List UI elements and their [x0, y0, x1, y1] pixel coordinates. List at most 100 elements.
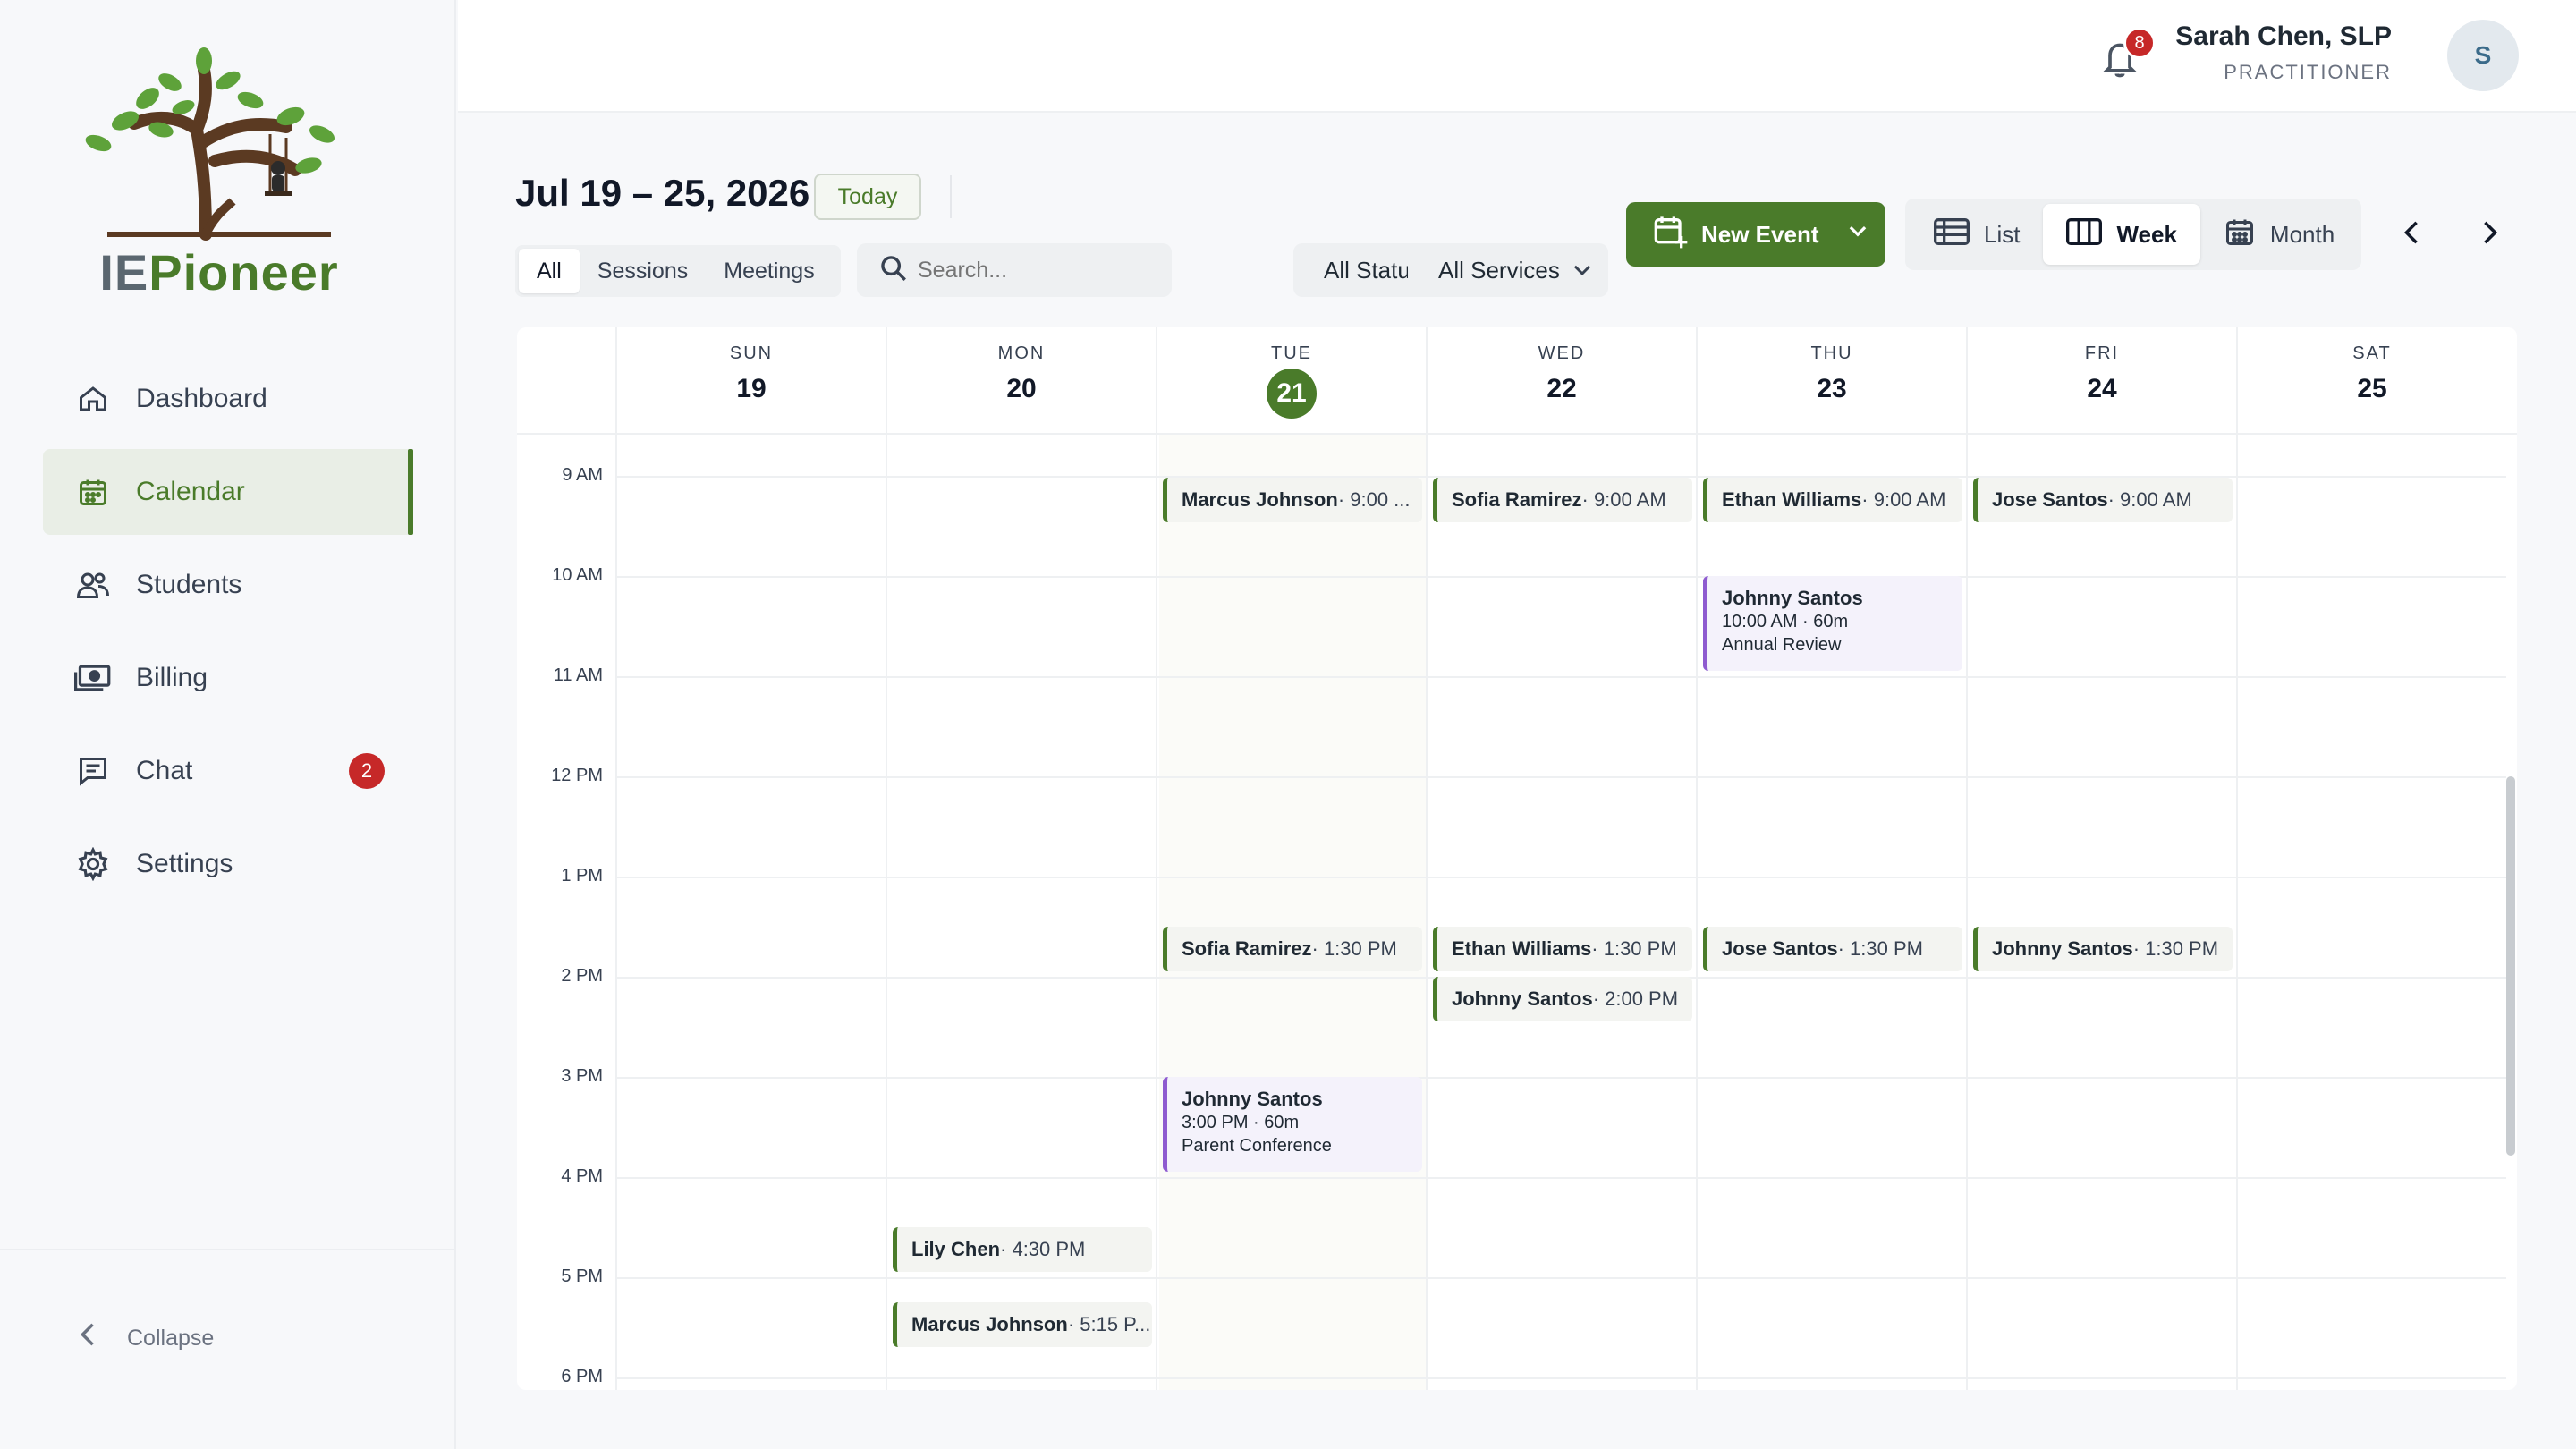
today-marker: 21: [1267, 369, 1317, 419]
view-week-button[interactable]: Week: [2043, 204, 2200, 265]
chevron-down-icon: [1571, 256, 1594, 289]
brand-logo[interactable]: IEPioneer: [72, 45, 394, 304]
sidebar-item-label: Dashboard: [136, 384, 267, 413]
date-range-title: Jul 19 – 25, 2026: [515, 172, 810, 214]
sidebar-item-label: Chat: [136, 756, 193, 785]
calendar-header: SUN 19 MON 20 TUE 21 WED 22 THU 23 FRI 2…: [517, 327, 2517, 435]
sidebar-item-dashboard[interactable]: Dashboard: [43, 356, 413, 442]
chat-icon: [73, 751, 113, 791]
today-button[interactable]: Today: [814, 174, 921, 220]
sidebar-item-label: Calendar: [136, 477, 245, 506]
event-session[interactable]: Marcus Johnson · 9:00 ...: [1163, 478, 1422, 522]
search-box: [857, 243, 1172, 297]
user-role: PRACTITIONER: [2224, 61, 2392, 83]
sidebar-item-label: Billing: [136, 663, 208, 692]
event-meeting[interactable]: Johnny Santos 3:00 PM · 60m Parent Confe…: [1163, 1077, 1422, 1172]
toolbar-divider: [950, 175, 952, 218]
tree-logo-icon: [85, 47, 335, 241]
event-session[interactable]: Sofia Ramirez · 1:30 PM: [1163, 927, 1422, 971]
hour-label: 10 AM: [552, 565, 603, 585]
hour-label: 6 PM: [561, 1367, 603, 1386]
view-month-button[interactable]: Month: [2200, 204, 2358, 265]
day-header-thu[interactable]: THU 23: [1698, 327, 1966, 435]
chat-unread-badge: 2: [349, 753, 385, 789]
calendar-icon: [73, 472, 113, 512]
hour-line: [617, 676, 2506, 678]
column-divider: [1696, 327, 1698, 1390]
event-meeting[interactable]: Johnny Santos 10:00 AM · 60m Annual Revi…: [1703, 576, 1962, 671]
event-type-filter: All Sessions Meetings: [515, 245, 841, 297]
sidebar: IEPioneer Dashboard Calendar Students Bi…: [0, 0, 456, 1449]
hour-label: 2 PM: [561, 966, 603, 986]
calendar-add-icon: [1653, 214, 1689, 256]
day-header-wed[interactable]: WED 22: [1428, 327, 1696, 435]
day-header-mon[interactable]: MON 20: [887, 327, 1156, 435]
column-divider: [1156, 327, 1157, 1390]
week-calendar: SUN 19 MON 20 TUE 21 WED 22 THU 23 FRI 2…: [517, 327, 2517, 1390]
brand-name: IEPioneer: [99, 244, 339, 301]
day-header-sun[interactable]: SUN 19: [617, 327, 886, 435]
hour-line: [617, 576, 2506, 578]
user-name: Sarah Chen, SLP: [2175, 21, 2392, 51]
service-select-value: All Services: [1438, 256, 1560, 284]
event-session[interactable]: Ethan Williams · 1:30 PM: [1433, 927, 1692, 971]
column-divider: [886, 327, 887, 1390]
event-session[interactable]: Sofia Ramirez · 9:00 AM: [1433, 478, 1692, 522]
event-session[interactable]: Jose Santos · 9:00 AM: [1973, 478, 2233, 522]
sidebar-item-label: Students: [136, 570, 242, 599]
event-session[interactable]: Lily Chen · 4:30 PM: [893, 1227, 1152, 1272]
search-input[interactable]: [918, 257, 1168, 284]
column-divider: [1426, 327, 1428, 1390]
top-bar: 8 Sarah Chen, SLP PRACTITIONER S: [458, 0, 2576, 113]
new-event-button[interactable]: New Event: [1626, 202, 1885, 267]
filter-tab-meetings[interactable]: Meetings: [706, 249, 832, 293]
sidebar-item-label: Settings: [136, 849, 233, 878]
event-session[interactable]: Ethan Williams · 9:00 AM: [1703, 478, 1962, 522]
hour-line: [617, 776, 2506, 778]
collapse-button[interactable]: Collapse: [79, 1322, 214, 1354]
event-session[interactable]: Jose Santos · 1:30 PM: [1703, 927, 1962, 971]
hour-label: 12 PM: [551, 766, 603, 785]
event-session[interactable]: Johnny Santos · 2:00 PM: [1433, 977, 1692, 1021]
list-icon: [1934, 216, 1970, 253]
notification-count-badge: 8: [2123, 27, 2156, 59]
collapse-label: Collapse: [127, 1325, 215, 1351]
chevron-down-icon[interactable]: [1846, 220, 1869, 250]
column-divider: [1966, 327, 1968, 1390]
hour-label: 4 PM: [561, 1166, 603, 1186]
gear-icon: [73, 844, 113, 884]
chevron-left-icon: [79, 1322, 97, 1354]
sidebar-item-calendar[interactable]: Calendar: [43, 449, 413, 535]
hour-label: 1 PM: [561, 866, 603, 886]
calendar-month-icon: [2224, 215, 2256, 255]
day-header-fri[interactable]: FRI 24: [1968, 327, 2236, 435]
next-week-button[interactable]: [2470, 215, 2510, 254]
column-divider: [2236, 327, 2238, 1390]
hour-label: 9 AM: [562, 465, 603, 485]
calendar-scrollbar[interactable]: [2506, 776, 2515, 1156]
previous-week-button[interactable]: [2392, 215, 2431, 254]
sidebar-item-settings[interactable]: Settings: [43, 821, 413, 907]
view-list-button[interactable]: List: [1911, 204, 2043, 265]
day-header-sat[interactable]: SAT 25: [2238, 327, 2506, 435]
sidebar-item-billing[interactable]: Billing: [43, 635, 413, 721]
hour-line: [617, 1377, 2506, 1379]
search-icon: [878, 253, 909, 288]
view-switcher: List Week Month: [1905, 199, 2361, 270]
filter-tab-sessions[interactable]: Sessions: [580, 249, 706, 293]
event-session[interactable]: Johnny Santos · 1:30 PM: [1973, 927, 2233, 971]
day-header-tue[interactable]: TUE 21: [1157, 327, 1426, 435]
hour-line: [617, 1277, 2506, 1279]
avatar[interactable]: S: [2447, 20, 2519, 91]
hour-label: 11 AM: [553, 665, 603, 685]
today-column-highlight: [1159, 435, 1428, 1390]
sidebar-item-students[interactable]: Students: [43, 542, 413, 628]
service-select[interactable]: All Services: [1408, 243, 1608, 297]
users-icon: [73, 565, 113, 605]
sidebar-item-chat[interactable]: Chat 2: [43, 728, 413, 814]
new-event-label: New Event: [1701, 220, 1819, 248]
hour-label: 3 PM: [561, 1066, 603, 1086]
hour-line: [617, 877, 2506, 878]
filter-tab-all[interactable]: All: [519, 249, 580, 293]
event-session[interactable]: Marcus Johnson · 5:15 P...: [893, 1302, 1152, 1347]
